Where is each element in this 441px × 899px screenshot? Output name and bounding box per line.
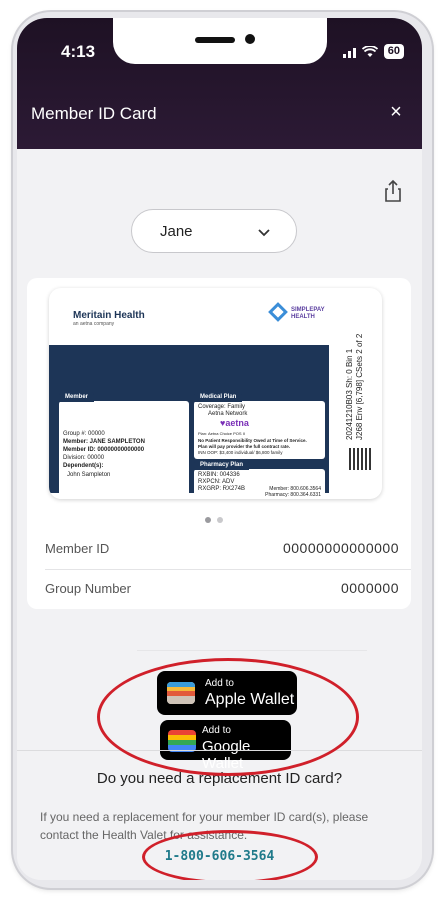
meritain-logo: Meritain Health (73, 310, 145, 321)
coverage-line: Coverage: Family (198, 404, 246, 410)
app-screen: 4:13 60 Member ID Card × Jane Meritain H… (17, 18, 422, 880)
detail-value: 0000000 (340, 580, 399, 596)
division-line: Division: 00000 (63, 455, 105, 461)
member-id-line: Member ID: 00000000000000 (63, 447, 145, 453)
signal-icon (342, 46, 356, 58)
carousel-dots (205, 517, 223, 523)
detail-row-member-id: Member ID 00000000000000 (27, 531, 411, 567)
medical-note-3: INN OOP: $3,400 individual/ $6,800 famil… (198, 450, 283, 455)
dependents-label: Dependent(s): (63, 463, 104, 469)
rxgrp-line: RXGRP: RX274B (198, 486, 246, 492)
aetna-logo: ♥aetna (220, 418, 249, 428)
annotation-ellipse (97, 658, 359, 776)
status-time: 4:13 (61, 42, 96, 61)
network-line: Aetna Network (208, 411, 248, 417)
card-band: Member Group #: 00000 Member: JANE SAMPL… (49, 345, 329, 499)
meritain-logo-sub: an aetna company (73, 321, 115, 327)
plan-name: Plan: Aetna Choice POS II (198, 431, 245, 436)
annotation-ellipse (142, 830, 318, 880)
share-icon[interactable] (380, 178, 406, 204)
page-title: Member ID Card (31, 104, 157, 123)
card-vertical-text-1: 20241210B03 Sh: 0 Bin 1 (345, 348, 354, 440)
member-select-value: Jane (160, 223, 193, 240)
detail-row-group-number: Group Number 0000000 (27, 571, 411, 607)
pharmacy-tab: Pharmacy Plan (194, 460, 250, 470)
pharmacy-phone-line: Pharmacy: 800.364.6331 (265, 492, 321, 498)
carousel-dot[interactable] (217, 517, 223, 523)
detail-label: Member ID (45, 541, 110, 556)
id-card-image[interactable]: Meritain Health an aetna company SIMPLEP… (49, 288, 382, 499)
medical-box: Medical Plan Coverage: Family Aetna Netw… (194, 392, 325, 459)
carousel-dot-active[interactable] (205, 517, 211, 523)
group-line: Group #: 00000 (63, 431, 105, 437)
close-button[interactable]: × (384, 100, 408, 124)
medical-tab: Medical Plan (194, 392, 243, 402)
rxbin-line: RXBIN: 004336 (198, 472, 240, 478)
battery-icon: 60 (383, 44, 404, 59)
dependent-name: John Sampleton (67, 472, 111, 478)
status-icons: 60 (342, 44, 404, 59)
simplepay-logo-text: SIMPLEPAY HEALTH (291, 307, 325, 320)
member-select[interactable]: Jane (131, 209, 297, 253)
top-bar: 4:13 60 Member ID Card × (17, 18, 422, 149)
barcode-icon (349, 448, 371, 470)
card-vertical-text-2: J268 Env [6,798] CSets 2 of 2 (355, 333, 364, 440)
rxpcn-line: RXPCN: ADV (198, 479, 235, 485)
detail-value: 00000000000000 (282, 540, 399, 556)
camera-notch (113, 18, 327, 64)
simplepay-logo-icon (268, 302, 288, 322)
wifi-icon (361, 45, 378, 57)
camera-dot (245, 34, 255, 44)
member-tab: Member (59, 392, 95, 402)
divider (45, 569, 411, 570)
pharmacy-box: Pharmacy Plan RXBIN: 004336 RXPCN: ADV R… (194, 460, 325, 499)
member-box: Member Group #: 00000 Member: JANE SAMPL… (59, 392, 189, 499)
chevron-down-icon (258, 229, 270, 237)
member-line: Member: JANE SAMPLETON (63, 439, 145, 445)
divider (137, 650, 367, 651)
detail-label: Group Number (45, 581, 131, 596)
speaker-pill (195, 37, 235, 43)
